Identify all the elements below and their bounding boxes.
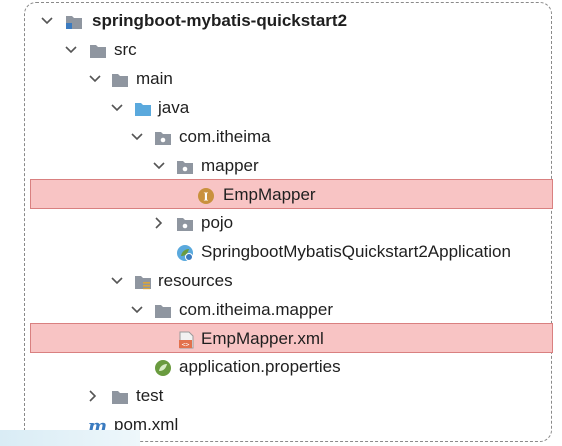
- chevron-down-icon[interactable]: [110, 274, 124, 288]
- module-folder-icon: [65, 11, 83, 29]
- chevron-down-icon[interactable]: [130, 130, 144, 144]
- svg-text:<>: <>: [182, 341, 190, 349]
- tree-node-label: java: [158, 98, 190, 117]
- tree-node-label: src: [114, 40, 137, 59]
- folder-icon: [154, 300, 172, 318]
- chevron-right-icon[interactable]: [152, 216, 166, 230]
- tree-node-label: application.properties: [179, 357, 341, 376]
- chevron-down-icon[interactable]: [40, 14, 54, 28]
- tree-node-label: com.itheima.mapper: [179, 300, 334, 319]
- tree-node-label: com.itheima: [179, 127, 271, 146]
- tree-node-label: resources: [158, 271, 233, 290]
- tree-node-label: mapper: [201, 156, 259, 175]
- tree-node-label: test: [136, 386, 164, 405]
- tree-node-emp-mapper[interactable]: I EmpMapper: [30, 179, 553, 209]
- tree-node-java[interactable]: java: [0, 93, 562, 122]
- folder-icon: [89, 40, 107, 58]
- chevron-down-icon[interactable]: [88, 72, 102, 86]
- folder-icon: [111, 69, 129, 87]
- tree-node-emp-mapper-xml[interactable]: <> EmpMapper.xml: [30, 323, 553, 353]
- tree-node-label: EmpMapper.xml: [201, 328, 324, 348]
- source-root-folder-icon: [134, 98, 152, 116]
- chevron-down-icon[interactable]: [64, 43, 78, 57]
- tree-node-resource-package[interactable]: com.itheima.mapper: [0, 295, 562, 324]
- tree-node-label: SpringbootMybatisQuickstart2Application: [201, 242, 511, 261]
- chevron-right-icon[interactable]: [86, 389, 100, 403]
- spring-boot-class-icon: [176, 242, 194, 261]
- chevron-down-icon[interactable]: [152, 159, 166, 173]
- tree-node-label: EmpMapper: [223, 184, 316, 204]
- tree-node-src[interactable]: src: [0, 35, 562, 64]
- tree-node-label: main: [136, 69, 173, 88]
- package-icon: [176, 213, 194, 231]
- svg-text:I: I: [203, 191, 208, 204]
- tree-node-root[interactable]: springboot-mybatis-quickstart2: [0, 6, 562, 35]
- resources-root-folder-icon: [134, 271, 152, 290]
- tree-node-label: springboot-mybatis-quickstart2: [92, 11, 348, 30]
- spring-properties-icon: [154, 357, 172, 376]
- tree-node-application[interactable]: SpringbootMybatisQuickstart2Application: [0, 237, 562, 266]
- bottom-edge-decoration: [0, 430, 140, 446]
- xml-file-icon: <>: [177, 329, 195, 349]
- tree-node-mapper[interactable]: mapper: [0, 151, 562, 180]
- tree-node-resources[interactable]: resources: [0, 266, 562, 295]
- tree-node-application-properties[interactable]: application.properties: [0, 352, 562, 381]
- tree-node-test[interactable]: test: [0, 381, 562, 410]
- tree-node-pojo[interactable]: pojo: [0, 208, 562, 237]
- package-icon: [176, 156, 194, 174]
- chevron-down-icon[interactable]: [110, 101, 124, 115]
- tree-node-package[interactable]: com.itheima: [0, 122, 562, 151]
- folder-icon: [111, 386, 129, 404]
- tree-node-label: pojo: [201, 213, 234, 232]
- tree-node-main[interactable]: main: [0, 64, 562, 93]
- package-icon: [154, 127, 172, 145]
- interface-icon: I: [197, 185, 215, 204]
- project-tree: springboot-mybatis-quickstart2 src main …: [0, 0, 562, 446]
- chevron-down-icon[interactable]: [130, 303, 144, 317]
